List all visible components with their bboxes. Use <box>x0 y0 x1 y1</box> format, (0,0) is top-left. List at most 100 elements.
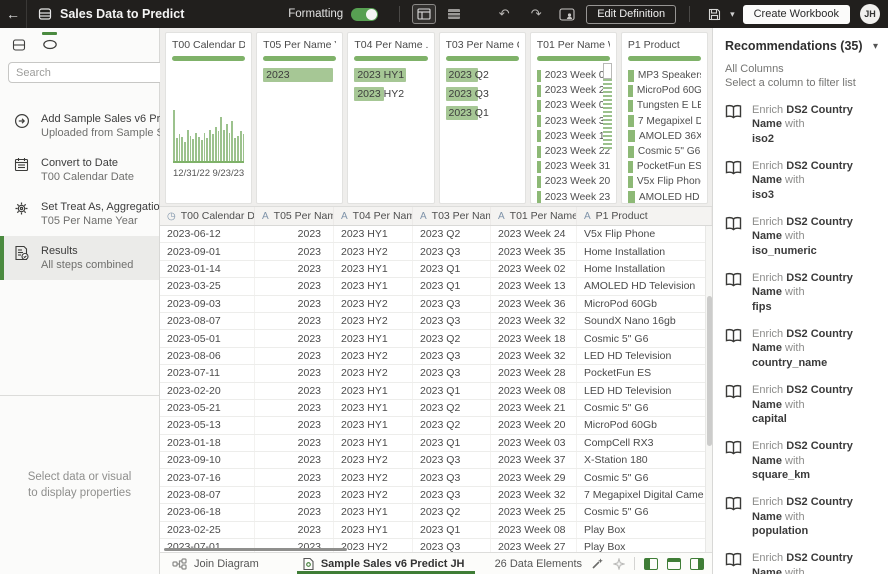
profile-card-1[interactable]: T00 Calendar Date12/31/229/23/23 <box>165 32 252 204</box>
table-row[interactable]: 2023-08-0720232023 HY22023 Q32023 Week 3… <box>160 313 712 330</box>
column-header-6[interactable]: AP1 Product <box>577 207 712 225</box>
edit-definition-button[interactable]: Edit Definition <box>586 5 676 24</box>
table-cell[interactable]: 2023 HY1 <box>334 330 413 346</box>
sidebar-step-2[interactable]: Convert to DateT00 Calendar Date <box>0 148 159 192</box>
table-cell[interactable]: 2023 Week 32 <box>491 487 577 503</box>
table-cell[interactable]: 2023 <box>255 261 334 277</box>
table-cell[interactable]: 2023 Week 35 <box>491 243 577 259</box>
table-cell[interactable]: 2023 Week 28 <box>491 365 577 381</box>
value-frequency-row[interactable]: 2023 Week 23 <box>537 190 610 205</box>
table-cell[interactable]: 2023 <box>255 504 334 520</box>
table-row[interactable]: 2023-08-0620232023 HY22023 Q32023 Week 3… <box>160 348 712 365</box>
table-cell[interactable]: 2023 HY2 <box>334 487 413 503</box>
value-frequency-row[interactable]: 2023 HY2 <box>354 87 427 101</box>
table-cell[interactable]: 2023 <box>255 296 334 312</box>
value-frequency-row[interactable]: Tungsten E LED TV <box>628 98 701 113</box>
column-header-2[interactable]: AT05 Per Nam... <box>255 207 334 225</box>
table-cell[interactable]: 2023 Q3 <box>413 313 491 329</box>
table-cell[interactable]: 2023 HY1 <box>334 400 413 416</box>
table-cell[interactable]: 2023 Q1 <box>413 278 491 294</box>
table-row[interactable]: 2023-03-2520232023 HY12023 Q12023 Week 1… <box>160 278 712 295</box>
create-workbook-button[interactable]: Create Workbook <box>743 5 850 24</box>
table-cell[interactable]: LED HD Television <box>577 383 712 399</box>
value-frequency-row[interactable]: V5x Flip Phone <box>628 174 701 189</box>
table-cell[interactable]: 2023 Q2 <box>413 417 491 433</box>
table-cell[interactable]: 2023 HY2 <box>334 365 413 381</box>
table-cell[interactable]: 2023 HY2 <box>334 313 413 329</box>
value-frequency-row[interactable]: 7 Megapixel Digital C <box>628 114 701 129</box>
recommendation-item-3[interactable]: Enrich DS2 Country Name withiso_numeric <box>725 215 878 259</box>
recommendation-item-9[interactable]: Enrich DS2 Country Name withcontinent <box>725 551 878 574</box>
table-cell[interactable]: 2023 Week 03 <box>491 435 577 451</box>
table-row[interactable]: 2023-02-2520232023 HY12023 Q12023 Week 0… <box>160 522 712 539</box>
profile-card-3[interactable]: T04 Per Name ...2023 HY12023 HY2 <box>347 32 434 204</box>
table-cell[interactable]: 2023 <box>255 522 334 538</box>
column-header-3[interactable]: AT04 Per Nam... <box>334 207 413 225</box>
table-cell[interactable]: Play Box <box>577 539 712 552</box>
column-header-5[interactable]: AT01 Per Name ... <box>491 207 577 225</box>
table-cell[interactable]: 2023 Week 29 <box>491 469 577 485</box>
table-cell[interactable]: 2023-09-10 <box>160 452 255 468</box>
table-cell[interactable]: 2023-08-07 <box>160 313 255 329</box>
save-button[interactable] <box>702 4 726 24</box>
sidebar-step-3[interactable]: Set Treat As, AggregationT05 Per Name Ye… <box>0 192 159 236</box>
table-cell[interactable]: 2023 Week 36 <box>491 296 577 312</box>
table-cell[interactable]: 2023 HY2 <box>334 243 413 259</box>
recommendation-item-5[interactable]: Enrich DS2 Country Name withcountry_name <box>725 327 878 371</box>
table-cell[interactable]: Cosmic 5" G6 <box>577 469 712 485</box>
table-cell[interactable]: 2023 Q1 <box>413 435 491 451</box>
table-cell[interactable]: X-Station 180 <box>577 452 712 468</box>
table-cell[interactable]: 2023 Week 13 <box>491 278 577 294</box>
value-frequency-row[interactable]: AMOLED HD Televisi <box>628 190 701 205</box>
table-cell[interactable]: Play Box <box>577 522 712 538</box>
table-cell[interactable]: 2023 <box>255 417 334 433</box>
table-cell[interactable]: 2023 Week 08 <box>491 383 577 399</box>
table-cell[interactable]: 2023-08-06 <box>160 348 255 364</box>
table-row[interactable]: 2023-05-2120232023 HY12023 Q22023 Week 2… <box>160 400 712 417</box>
table-cell[interactable]: 2023 Q3 <box>413 243 491 259</box>
table-cell[interactable]: 2023 Q3 <box>413 452 491 468</box>
table-view-button[interactable] <box>442 4 466 24</box>
table-row[interactable]: 2023-07-1120232023 HY22023 Q32023 Week 2… <box>160 365 712 382</box>
table-cell[interactable]: 2023 <box>255 278 334 294</box>
table-cell[interactable]: AMOLED HD Television <box>577 278 712 294</box>
table-cell[interactable]: 2023-09-03 <box>160 296 255 312</box>
table-cell[interactable]: 2023 Week 32 <box>491 313 577 329</box>
recommendation-item-1[interactable]: Enrich DS2 Country Name withiso2 <box>725 103 878 147</box>
value-frequency-row[interactable]: 2023 Week 32 <box>537 114 610 129</box>
table-cell[interactable]: 2023 HY1 <box>334 435 413 451</box>
table-cell[interactable]: 2023 <box>255 330 334 346</box>
table-cell[interactable]: Cosmic 5" G6 <box>577 504 712 520</box>
dataset-tab[interactable]: Sample Sales v6 Predict JH <box>303 553 465 574</box>
table-cell[interactable]: 2023 Q3 <box>413 296 491 312</box>
table-cell[interactable]: 2023-02-20 <box>160 383 255 399</box>
table-cell[interactable]: 2023 Week 32 <box>491 348 577 364</box>
recommendation-item-6[interactable]: Enrich DS2 Country Name withcapital <box>725 383 878 427</box>
table-cell[interactable]: 2023 Q2 <box>413 504 491 520</box>
table-cell[interactable]: 2023-06-12 <box>160 226 255 242</box>
table-cell[interactable]: 2023 Week 21 <box>491 400 577 416</box>
table-cell[interactable]: 2023 <box>255 400 334 416</box>
save-menu-caret[interactable]: ▾ <box>730 9 735 20</box>
value-frequency-row[interactable]: MP3 Speakers System <box>628 68 701 83</box>
back-button[interactable]: ← <box>0 0 27 28</box>
join-diagram-button[interactable]: Join Diagram <box>172 558 259 570</box>
table-cell[interactable]: PocketFun ES <box>577 365 712 381</box>
table-cell[interactable]: 2023 <box>255 383 334 399</box>
table-cell[interactable]: 2023 <box>255 365 334 381</box>
table-row[interactable]: 2023-07-1620232023 HY22023 Q32023 Week 2… <box>160 469 712 486</box>
table-row[interactable]: 2023-02-2020232023 HY12023 Q12023 Week 0… <box>160 383 712 400</box>
profile-card-4[interactable]: T03 Per Name Qtr2023 Q22023 Q32023 Q1 <box>439 32 526 204</box>
value-frequency-row[interactable]: 2023 Week 02 <box>537 98 610 113</box>
table-cell[interactable]: 2023 HY2 <box>334 452 413 468</box>
table-cell[interactable]: 2023-05-21 <box>160 400 255 416</box>
table-cell[interactable]: 2023 Q1 <box>413 383 491 399</box>
table-cell[interactable]: LED HD Television <box>577 348 712 364</box>
value-frequency-row[interactable]: 2023 Q2 <box>446 68 519 82</box>
distribution-scrollbar-thumb[interactable] <box>603 63 612 79</box>
table-cell[interactable]: 2023 <box>255 487 334 503</box>
table-row[interactable]: 2023-08-0720232023 HY22023 Q32023 Week 3… <box>160 487 712 504</box>
table-cell[interactable]: 2023 Week 08 <box>491 522 577 538</box>
table-cell[interactable]: MicroPod 60Gb <box>577 296 712 312</box>
value-frequency-row[interactable]: 2023 Week 31 <box>537 159 610 174</box>
